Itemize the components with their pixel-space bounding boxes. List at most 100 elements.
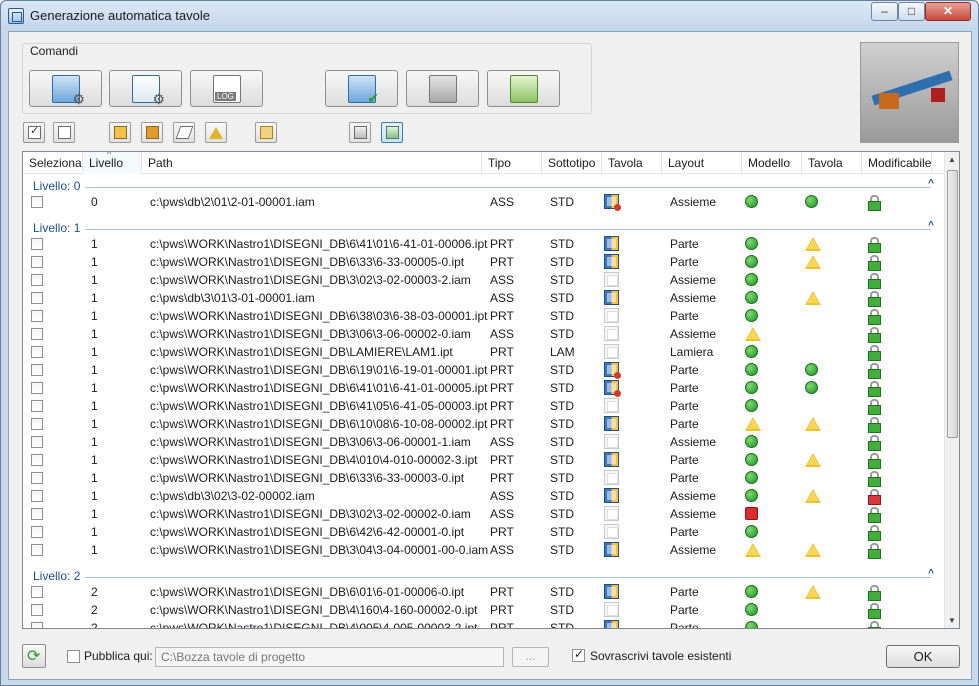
table-row[interactable]: 1 c:\pws\WORK\Nastro1\DISEGNI_DB\3\02\3-0… [23,271,945,289]
notebook-button[interactable] [487,70,560,107]
row-select-checkbox[interactable] [31,328,43,340]
row-select-checkbox[interactable] [31,196,43,208]
table-row[interactable]: 1 c:\pws\WORK\Nastro1\DISEGNI_DB\6\33\6-3… [23,253,945,271]
row-tavola[interactable] [604,380,621,397]
column-header-sottotipo[interactable]: Sottotipo [542,152,602,174]
scroll-up-arrow-icon[interactable]: ▲ [948,155,956,164]
close-button[interactable]: ✕ [925,2,971,21]
table-row[interactable]: 1 c:\pws\WORK\Nastro1\DISEGNI_DB\6\38\03\… [23,307,945,325]
layout-settings-button[interactable] [29,70,102,108]
table-row[interactable]: 0 c:\pws\db\2\01\2-01-00001.iam ASS STD Assi… [23,193,945,211]
row-tavola[interactable] [604,602,619,617]
ok-button[interactable]: OK [886,645,960,668]
collapse-chevron-icon[interactable]: ^ [928,178,934,189]
row-tavola[interactable] [604,416,619,431]
row-tavola[interactable] [604,326,619,341]
minimize-button[interactable]: – [871,2,898,21]
row-select-checkbox[interactable] [31,364,43,376]
group-header[interactable]: Livello: 2 ^ [23,565,945,583]
row-select-checkbox[interactable] [31,256,43,268]
log-button[interactable]: LOG [190,70,263,107]
row-select-checkbox[interactable] [31,586,43,598]
scroll-down-arrow-icon[interactable]: ▼ [948,616,956,625]
column-header-tavola[interactable]: Tavola [602,152,662,174]
row-tavola[interactable] [604,470,619,485]
row-select-checkbox[interactable] [31,274,43,286]
column-header-livello[interactable]: Livello [83,152,142,174]
eraser-button[interactable] [173,122,195,143]
row-tavola[interactable] [604,362,621,379]
table-row[interactable]: 2 c:\pws\WORK\Nastro1\DISEGNI_DB\4\005\4-… [23,619,945,628]
row-select-checkbox[interactable] [31,238,43,250]
row-select-checkbox[interactable] [31,490,43,502]
select-all-button[interactable] [23,122,45,143]
row-tavola[interactable] [604,254,619,269]
table-row[interactable]: 1 c:\pws\db\3\01\3-01-00001.iam ASS STD Assi… [23,289,945,307]
row-tavola[interactable] [604,290,619,305]
deselect-all-button[interactable] [53,122,75,143]
assembly-filter-button[interactable] [141,122,163,143]
publish-path-input[interactable]: C:\Bozza tavole di progetto [155,647,504,667]
row-select-checkbox[interactable] [31,346,43,358]
group-header[interactable]: Livello: 0 ^ [23,175,945,193]
row-select-checkbox[interactable] [31,544,43,556]
table-row[interactable]: 1 c:\pws\WORK\Nastro1\DISEGNI_DB\4\010\4-… [23,451,945,469]
overwrite-checkbox[interactable] [572,647,585,662]
collapse-chevron-icon[interactable]: ^ [928,220,934,231]
table-row[interactable]: 1 c:\pws\WORK\Nastro1\DISEGNI_DB\6\41\01\… [23,379,945,397]
row-tavola[interactable] [604,506,619,521]
refresh-button[interactable]: ⟳ [22,644,46,668]
title-bar[interactable]: Generazione automatica tavole – □ ✕ [1,1,978,31]
row-tavola[interactable] [604,542,619,557]
column-header-path[interactable]: Path [142,152,482,174]
row-tavola[interactable] [604,344,619,359]
table-row[interactable]: 1 c:\pws\WORK\Nastro1\DISEGNI_DB\6\10\08\… [23,415,945,433]
row-select-checkbox[interactable] [31,418,43,430]
drawings-list[interactable]: Seleziona Livello Path Tipo Sottotipo Ta… [22,151,960,629]
table-row[interactable]: 1 c:\pws\WORK\Nastro1\DISEGNI_DB\6\42\6-4… [23,523,945,541]
row-select-checkbox[interactable] [31,472,43,484]
table-row[interactable]: 1 c:\pws\db\3\02\3-02-00002.iam ASS STD Assi… [23,487,945,505]
group-header[interactable]: Livello: 1 ^ [23,217,945,235]
row-tavola[interactable] [604,308,619,323]
maximize-button[interactable]: □ [898,2,925,21]
table-row[interactable]: 1 c:\pws\WORK\Nastro1\DISEGNI_DB\3\02\3-0… [23,505,945,523]
generate-drawings-button[interactable] [325,70,398,107]
column-header-modello[interactable]: Modello [742,152,802,174]
table-row[interactable]: 1 c:\pws\WORK\Nastro1\DISEGNI_DB\6\19\01\… [23,361,945,379]
table-row[interactable]: 1 c:\pws\WORK\Nastro1\DISEGNI_DB\6\33\6-3… [23,469,945,487]
table-row[interactable]: 1 c:\pws\WORK\Nastro1\DISEGNI_DB\3\06\3-0… [23,325,945,343]
view-mode-1-button[interactable] [349,122,371,143]
column-header-modificabile[interactable]: Modificabile [862,152,932,174]
table-row[interactable]: 1 c:\pws\WORK\Nastro1\DISEGNI_DB\LAMIERE\… [23,343,945,361]
row-select-checkbox[interactable] [31,508,43,520]
view-mode-2-button[interactable] [381,122,403,143]
warning-filter-button[interactable] [205,122,227,143]
export-button[interactable] [255,122,277,143]
table-row[interactable]: 1 c:\pws\WORK\Nastro1\DISEGNI_DB\3\06\3-0… [23,433,945,451]
row-tavola[interactable] [604,620,619,628]
table-row[interactable]: 1 c:\pws\WORK\Nastro1\DISEGNI_DB\3\04\3-0… [23,541,945,559]
column-header-tavola-status[interactable]: Tavola [802,152,862,174]
column-header-tipo[interactable]: Tipo [482,152,542,174]
row-tavola[interactable] [604,194,621,211]
list-settings-button[interactable] [109,70,182,108]
table-row[interactable]: 2 c:\pws\WORK\Nastro1\DISEGNI_DB\4\160\4-… [23,601,945,619]
table-row[interactable]: 2 c:\pws\WORK\Nastro1\DISEGNI_DB\6\01\6-0… [23,583,945,601]
row-select-checkbox[interactable] [31,310,43,322]
row-select-checkbox[interactable] [31,454,43,466]
scrollbar-thumb[interactable] [947,170,958,438]
row-select-checkbox[interactable] [31,382,43,394]
row-tavola[interactable] [604,272,619,287]
row-tavola[interactable] [604,584,619,599]
collapse-chevron-icon[interactable]: ^ [928,568,934,579]
column-header-layout[interactable]: Layout [662,152,742,174]
row-tavola[interactable] [604,524,619,539]
table-row[interactable]: 1 c:\pws\WORK\Nastro1\DISEGNI_DB\6\41\05\… [23,397,945,415]
row-select-checkbox[interactable] [31,622,43,628]
row-select-checkbox[interactable] [31,436,43,448]
disabled-tool-button[interactable] [406,70,479,107]
vertical-scrollbar[interactable]: ▲ ▼ [944,152,959,628]
row-select-checkbox[interactable] [31,526,43,538]
part-filter-button[interactable] [109,122,131,143]
